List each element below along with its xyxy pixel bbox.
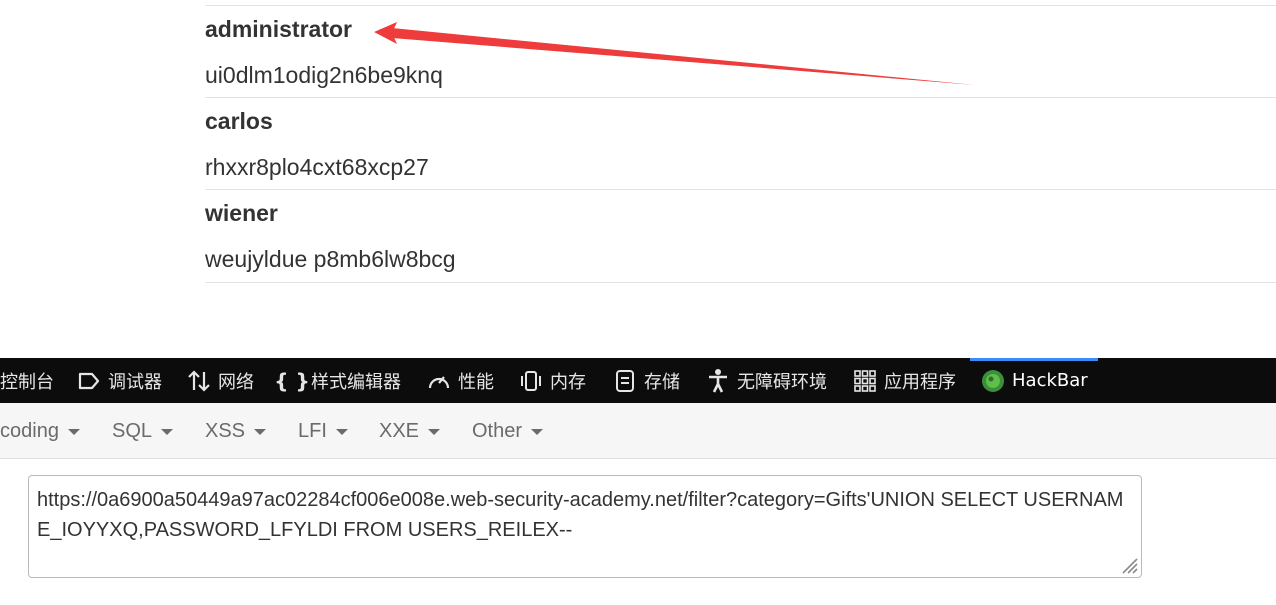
chevron-down-icon [531, 429, 544, 435]
menu-other[interactable]: Other [472, 403, 544, 459]
tab-label: 存储 [644, 371, 680, 393]
screenshot-root: administrator ui0dlm1odig2n6be9knq carlo… [0, 0, 1276, 605]
tab-label: 网络 [218, 371, 254, 393]
row-divider [205, 97, 1276, 98]
devtools-toolbar: 控制台 调试器 网络 { } 样式编辑器 性能 内存 存储 无障碍环境 应用程序… [0, 358, 1276, 403]
chevron-down-icon [335, 429, 348, 435]
tab-hackbar[interactable]: HackBar [980, 358, 1088, 403]
tab-accessibility[interactable]: 无障碍环境 [705, 358, 827, 403]
menu-lfi[interactable]: LFI [298, 403, 348, 459]
username-cell-wiener: wiener [205, 200, 278, 226]
tab-memory[interactable]: 内存 [518, 358, 586, 403]
tab-network[interactable]: 网络 [186, 358, 254, 403]
table-top-divider [205, 5, 1276, 6]
tab-label: HackBar [1012, 370, 1088, 391]
username-cell-administrator: administrator [205, 16, 352, 42]
tab-style-editor[interactable]: { } 样式编辑器 [274, 358, 401, 403]
password-cell-carlos: rhxxr8plo4cxt68xcp27 [205, 154, 429, 180]
hackbar-icon [980, 368, 1006, 394]
menu-label: XXE [379, 419, 420, 442]
chevron-down-icon [161, 429, 174, 435]
tab-label: 样式编辑器 [311, 371, 401, 393]
grid-apps-icon [852, 368, 878, 394]
row-divider [205, 282, 1276, 283]
storage-icon [612, 368, 638, 394]
tab-label: 调试器 [108, 371, 162, 393]
row-divider [205, 189, 1276, 190]
menu-label: Other [472, 419, 523, 442]
menu-xss[interactable]: XSS [205, 403, 267, 459]
menu-label: LFI [298, 419, 327, 442]
chevron-down-icon [254, 429, 267, 435]
gauge-icon [426, 368, 452, 394]
tab-application[interactable]: 应用程序 [852, 358, 956, 403]
password-cell-administrator: ui0dlm1odig2n6be9knq [205, 62, 443, 88]
tab-console[interactable]: 控制台 [0, 358, 54, 403]
curly-braces-icon: { } [274, 368, 310, 393]
network-arrows-icon [186, 368, 212, 394]
tab-label: 无障碍环境 [737, 371, 827, 393]
menu-encoding[interactable]: coding [0, 403, 80, 459]
hackbar-menu: coding SQL XSS LFI XXE Other [0, 403, 1276, 459]
tab-storage[interactable]: 存储 [612, 358, 680, 403]
url-textarea[interactable]: https://0a6900a50449a97ac02284cf006e008e… [28, 475, 1142, 578]
annotation-arrow [374, 22, 975, 85]
accessibility-icon [705, 368, 731, 394]
memory-chip-icon [518, 368, 544, 394]
chevron-down-icon [67, 429, 80, 435]
tab-debugger[interactable]: 调试器 [76, 358, 162, 403]
menu-label: coding [0, 419, 59, 442]
debugger-icon [76, 368, 102, 394]
password-cell-wiener: weujyldue p8mb6lw8bcg [205, 246, 456, 272]
tab-label: 控制台 [0, 371, 54, 393]
tab-performance[interactable]: 性能 [426, 358, 494, 403]
menu-sql[interactable]: SQL [112, 403, 174, 459]
menu-label: XSS [205, 419, 246, 442]
tab-label: 内存 [550, 371, 586, 393]
chevron-down-icon [428, 429, 441, 435]
url-text: https://0a6900a50449a97ac02284cf006e008e… [37, 489, 1124, 541]
tab-label: 性能 [458, 371, 494, 393]
resize-grip-icon[interactable] [1117, 553, 1139, 575]
menu-xxe[interactable]: XXE [379, 403, 441, 459]
tab-label: 应用程序 [884, 371, 956, 393]
menu-label: SQL [112, 419, 153, 442]
username-cell-carlos: carlos [205, 108, 273, 134]
